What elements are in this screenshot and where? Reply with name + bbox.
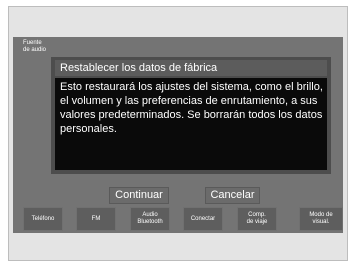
audio-source-label-line2: de audio — [23, 47, 47, 53]
nav-fm-label: FM — [91, 215, 101, 222]
nav-display-mode-button[interactable]: Modo de visual. — [299, 207, 343, 231]
nav-trip-computer-label-line2: de viaje — [246, 219, 268, 225]
audio-source-button[interactable]: Fuente de audio — [23, 40, 63, 54]
nav-display-mode-label-line2: visual. — [312, 219, 330, 225]
nav-trip-computer-label-line1: Comp. — [248, 212, 266, 218]
nav-connect-button[interactable]: Conectar — [183, 207, 223, 231]
nav-audio-bluetooth-label-line1: Audio — [142, 212, 158, 218]
continue-button[interactable]: Continuar — [109, 187, 169, 204]
nav-fm-button[interactable]: FM — [76, 207, 116, 231]
dialog-message: Esto restaurará los ajustes del sistema,… — [60, 81, 323, 135]
dialog-title-bar: Restablecer los datos de fábrica — [55, 60, 327, 76]
nav-audio-bluetooth-label-line2: Bluetooth — [137, 219, 163, 225]
cancel-button[interactable]: Cancelar — [205, 187, 260, 204]
nav-connect-label: Conectar — [190, 215, 216, 222]
nav-display-mode-label-line1: Modo de — [309, 212, 333, 218]
nav-phone-label: Teléfono — [31, 215, 55, 222]
nav-audio-bluetooth-button[interactable]: Audio Bluetooth — [130, 207, 170, 231]
bottom-nav-bar: Teléfono FM Audio Bluetooth Conectar Com… — [13, 207, 343, 231]
dialog-message-box: Esto restaurará los ajustes del sistema,… — [55, 78, 327, 170]
dialog-title: Restablecer los datos de fábrica — [60, 62, 218, 74]
factory-reset-dialog: Restablecer los datos de fábrica Esto re… — [51, 57, 331, 174]
audio-source-label-line1: Fuente — [23, 40, 42, 46]
nav-phone-button[interactable]: Teléfono — [23, 207, 63, 231]
display-screen: Fuente de audio Restablecer los datos de… — [13, 37, 343, 233]
nav-trip-computer-button[interactable]: Comp. de viaje — [237, 207, 277, 231]
